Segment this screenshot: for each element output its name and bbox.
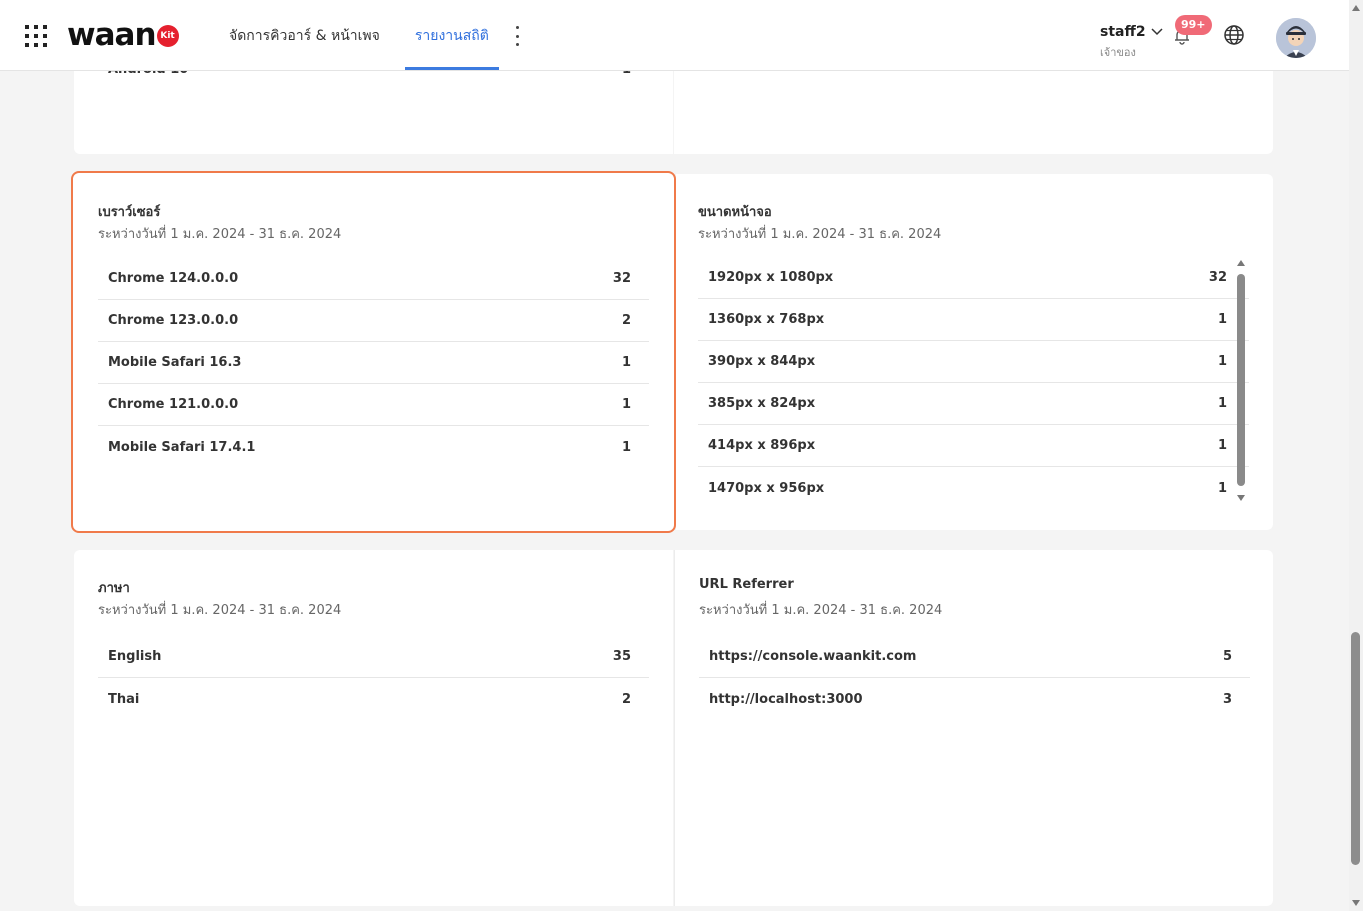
nav-item-statistics[interactable]: รายงานสถิติ [404, 0, 499, 70]
row-count: 2 [621, 691, 631, 707]
table-row: Mobile Safari 16.3 1 [98, 342, 649, 384]
row-label: Mobile Safari 17.4.1 [108, 439, 256, 455]
logo-badge: Kit [156, 25, 179, 47]
language-table: English 35 Thai 2 [98, 636, 649, 720]
more-vertical-icon[interactable] [516, 26, 520, 46]
table-row: 1920px x 1080px 32 [698, 257, 1249, 299]
card-title: ภาษา [98, 581, 130, 596]
table-row: Chrome 121.0.0.0 1 [98, 384, 649, 426]
row-label: 414px x 896px [708, 438, 816, 453]
browser-table: Chrome 124.0.0.0 32 Chrome 123.0.0.0 2 Mob… [98, 258, 649, 468]
row-count: 1 [1217, 312, 1227, 327]
table-row: Thai 2 [98, 678, 649, 720]
row-count: 1 [621, 397, 631, 412]
scroll-up-icon[interactable] [1352, 5, 1360, 11]
row-count: 1 [1217, 438, 1227, 453]
language-card: ภาษา ระหว่างวันที่ 1 ม.ค. 2024 - 31 ธ.ค.… [74, 550, 673, 906]
row-count: 1 [1217, 354, 1227, 369]
row-count: 1 [1217, 480, 1227, 496]
screen-size-table[interactable]: 1920px x 1080px 32 1360px x 768px 1 390px … [698, 257, 1249, 509]
card-date-range: ระหว่างวันที่ 1 ม.ค. 2024 - 31 ธ.ค. 2024 [699, 603, 943, 618]
table-row: http://localhost:3000 3 [699, 678, 1250, 720]
card-title: ขนาดหน้าจอ [698, 205, 772, 220]
nav-item-manage-qr[interactable]: จัดการคิวอาร์ & หน้าเพจ [229, 0, 380, 70]
table-row: 1470px x 956px 1 [698, 467, 1249, 509]
apps-grid-icon[interactable] [25, 25, 47, 47]
table-row: English 35 [98, 636, 649, 678]
card-date-range: ระหว่างวันที่ 1 ม.ค. 2024 - 31 ธ.ค. 2024 [698, 227, 942, 242]
card-title: URL Referrer [699, 577, 794, 592]
row-label: https://console.waankit.com [709, 649, 917, 664]
table-row: Chrome 124.0.0.0 32 [98, 258, 649, 300]
row-count: 1 [621, 355, 631, 370]
referrer-table: https://console.waankit.com 5 http://loca… [699, 636, 1250, 720]
table-row: Mobile Safari 17.4.1 1 [98, 426, 649, 468]
row-label: 385px x 824px [708, 396, 816, 411]
row-count: 1 [621, 439, 631, 455]
table-scrollbar[interactable] [1236, 260, 1246, 504]
user-role: เจ้าของ [1100, 46, 1136, 59]
screen-size-card: ขนาดหน้าจอ ระหว่างวันที่ 1 ม.ค. 2024 - 3… [676, 174, 1273, 530]
table-row: Chrome 123.0.0.0 2 [98, 300, 649, 342]
row-count: 5 [1222, 649, 1232, 664]
row-count: 3 [1222, 691, 1232, 707]
table-row: https://console.waankit.com 5 [699, 636, 1250, 678]
main-nav: จัดการคิวอาร์ & หน้าเพจ รายงานสถิติ [229, 0, 534, 70]
logo-text: waan [67, 17, 157, 53]
scroll-down-icon[interactable] [1352, 900, 1360, 906]
page-scrollbar[interactable] [1349, 0, 1363, 911]
table-row: 1360px x 768px 1 [698, 299, 1249, 341]
row-label: Thai [108, 691, 140, 707]
row-count: 32 [612, 271, 631, 286]
table-row: 390px x 844px 1 [698, 341, 1249, 383]
scrollbar-thumb[interactable] [1351, 632, 1360, 865]
row-label: Chrome 121.0.0.0 [108, 397, 239, 412]
card-date-range: ระหว่างวันที่ 1 ม.ค. 2024 - 31 ธ.ค. 2024 [98, 603, 342, 618]
table-row: 385px x 824px 1 [698, 383, 1249, 425]
globe-icon[interactable] [1223, 24, 1245, 46]
row-label: English [108, 649, 162, 664]
row-label: 1470px x 956px [708, 480, 825, 496]
row-label: http://localhost:3000 [709, 691, 863, 707]
row-count: 2 [621, 313, 631, 328]
card-title: เบราว์เซอร์ [98, 205, 161, 220]
row-label: 1920px x 1080px [708, 270, 834, 285]
browser-card: เบราว์เซอร์ ระหว่างวันที่ 1 ม.ค. 2024 - … [71, 171, 676, 533]
waankit-logo[interactable]: waan Kit [67, 17, 179, 53]
row-label: Mobile Safari 16.3 [108, 355, 242, 370]
row-label: 390px x 844px [708, 354, 816, 369]
scroll-up-icon[interactable] [1237, 260, 1245, 266]
chevron-down-icon [1151, 28, 1163, 36]
row-label: Chrome 123.0.0.0 [108, 313, 239, 328]
card-date-range: ระหว่างวันที่ 1 ม.ค. 2024 - 31 ธ.ค. 2024 [98, 227, 342, 242]
url-referrer-card: URL Referrer ระหว่างวันที่ 1 ม.ค. 2024 -… [674, 550, 1273, 906]
row-label: Chrome 124.0.0.0 [108, 271, 239, 286]
avatar[interactable] [1276, 18, 1316, 58]
user-menu[interactable]: staff2 เจ้าของ [1100, 24, 1163, 61]
row-count: 35 [612, 649, 631, 664]
notification-badge[interactable]: 99+ [1175, 15, 1212, 35]
user-name: staff2 [1100, 24, 1146, 40]
top-header: waan Kit จัดการคิวอาร์ & หน้าเพจ รายงานส… [0, 0, 1349, 71]
scrollbar-thumb[interactable] [1237, 274, 1245, 486]
row-label: 1360px x 768px [708, 312, 825, 327]
row-count: 1 [1217, 396, 1227, 411]
scroll-down-icon[interactable] [1237, 495, 1245, 501]
table-row: 414px x 896px 1 [698, 425, 1249, 467]
row-count: 32 [1208, 270, 1227, 285]
